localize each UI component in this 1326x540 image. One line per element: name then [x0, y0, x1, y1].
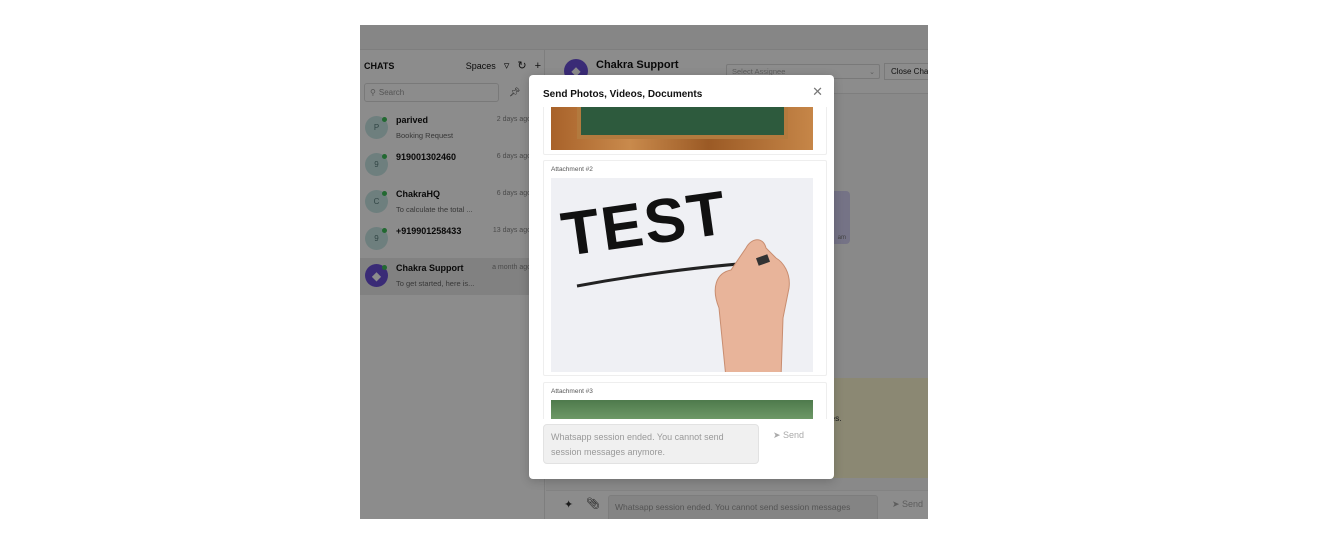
modal-title: Send Photos, Videos, Documents	[543, 89, 703, 100]
hand-shape	[714, 239, 790, 379]
attachment-card	[543, 107, 827, 155]
chalkboard-shape	[577, 107, 788, 139]
attachment-image-green	[551, 400, 813, 419]
attachment-card: Attachment #2 TEST	[543, 160, 827, 379]
attachment-image-chalkboard	[551, 107, 813, 150]
test-hand-illustration: TEST	[557, 178, 790, 379]
attachments-list[interactable]: Attachment #2 TEST Attachment #3	[543, 107, 827, 419]
attachment-label: Attachment #3	[551, 388, 593, 395]
modal-send-button[interactable]: ➤ Send	[773, 430, 804, 441]
close-icon[interactable]: ✕	[812, 85, 823, 98]
caption-input[interactable]: Whatsapp session ended. You cannot send …	[543, 424, 759, 464]
attachment-label: Attachment #2	[551, 166, 593, 173]
send-media-modal: Send Photos, Videos, Documents ✕ Attachm…	[529, 75, 834, 479]
test-word: TEST	[557, 178, 731, 269]
attachment-card: Attachment #3	[543, 382, 827, 419]
attachment-image-test: TEST	[551, 178, 813, 379]
